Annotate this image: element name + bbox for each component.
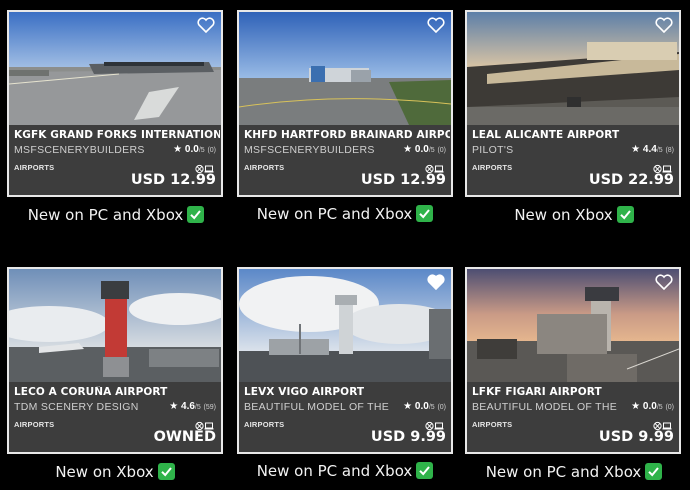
star-icon: ★ [403,144,413,155]
caption-text: New on PC and Xbox [485,463,642,481]
developer-name[interactable]: MSFSCENERYBUILDERS [14,144,159,156]
rating: ★ 4.4/5 (8) [631,144,674,155]
product-card-leco[interactable]: LECO A CORUÑA AIRPORT TDM SCENERY DESIGN… [7,267,223,454]
rating: ★ 0.0/5 (0) [403,144,446,155]
caption-text: New on PC and Xbox [256,205,413,223]
product-card-levx[interactable]: LEVX VIGO AIRPORT BEAUTIFUL MODEL OF THE… [237,267,453,454]
card-info: LEAL ALICANTE AIRPORT PILOT'S ★ 4.4/5 (8… [467,125,679,195]
xbox-pc-icon [425,161,445,174]
developer-name[interactable]: BEAUTIFUL MODEL OF THE WORLD [244,401,389,413]
thumbnail-image [9,269,221,382]
product-title: KHFD HARTFORD BRAINARD AIRPORT [244,129,450,141]
rating: ★ 0.0/5 (0) [403,401,446,412]
rating: ★ 0.0/5 (0) [173,144,216,155]
caption-text: New on Xbox [514,206,613,224]
availability-caption: New on PC and Xbox [1,206,231,224]
thumbnail-image [9,12,221,125]
product-title: LEAL ALICANTE AIRPORT [472,129,620,141]
developer-name[interactable]: BEAUTIFUL MODEL OF THE WORLD [472,401,617,413]
product-card-khfd[interactable]: KHFD HARTFORD BRAINARD AIRPORT MSFSCENER… [237,10,453,197]
caption-text: New on PC and Xbox [27,206,184,224]
category-label: AIRPORTS [472,420,513,429]
card-info: LECO A CORUÑA AIRPORT TDM SCENERY DESIGN… [9,382,221,452]
price: USD 9.99 [370,429,446,445]
xbox-pc-icon [653,161,673,174]
developer-name[interactable]: MSFSCENERYBUILDERS [244,144,389,156]
favorite-heart-icon[interactable] [197,17,215,33]
check-mark-icon [157,463,175,480]
favorite-heart-icon[interactable] [427,17,445,33]
product-card-kgfk[interactable]: KGFK GRAND FORKS INTERNATIONAL AI MSFSCE… [7,10,223,197]
check-mark-icon [416,205,434,222]
card-info: LFKF FIGARI AIRPORT BEAUTIFUL MODEL OF T… [467,382,679,452]
card-info: KGFK GRAND FORKS INTERNATIONAL AI MSFSCE… [9,125,221,195]
developer-name[interactable]: PILOT'S [472,144,617,156]
availability-caption: New on PC and Xbox [230,462,460,480]
price: USD 22.99 [588,172,674,188]
product-card-lfkf[interactable]: LFKF FIGARI AIRPORT BEAUTIFUL MODEL OF T… [465,267,681,454]
thumbnail-image [239,269,451,382]
category-label: AIRPORTS [14,420,55,429]
product-title: LECO A CORUÑA AIRPORT [14,386,168,398]
product-title: LEVX VIGO AIRPORT [244,386,365,398]
category-label: AIRPORTS [244,420,285,429]
check-mark-icon [416,462,434,479]
price: USD 9.99 [598,429,674,445]
thumbnail-image [467,12,679,125]
favorite-heart-icon[interactable] [655,17,673,33]
star-icon: ★ [631,144,641,155]
star-icon: ★ [173,144,183,155]
category-label: AIRPORTS [244,163,285,172]
star-icon: ★ [403,401,413,412]
star-icon: ★ [169,401,179,412]
rating: ★ 4.6/5 (59) [169,401,216,412]
star-icon: ★ [631,401,641,412]
availability-caption: New on PC and Xbox [230,205,460,223]
rating: ★ 0.0/5 (0) [631,401,674,412]
category-label: AIRPORTS [472,163,513,172]
product-title: KGFK GRAND FORKS INTERNATIONAL AI [14,129,220,141]
product-title: LFKF FIGARI AIRPORT [472,386,602,398]
caption-text: New on Xbox [55,463,154,481]
check-mark-icon [616,206,634,223]
favorite-heart-filled-icon[interactable] [427,274,445,290]
card-info: LEVX VIGO AIRPORT BEAUTIFUL MODEL OF THE… [239,382,451,452]
thumbnail-image [467,269,679,382]
xbox-pc-icon [425,418,445,431]
price: USD 12.99 [360,172,446,188]
check-mark-icon [187,206,205,223]
product-card-leal[interactable]: LEAL ALICANTE AIRPORT PILOT'S ★ 4.4/5 (8… [465,10,681,197]
developer-name[interactable]: TDM SCENERY DESIGN [14,401,159,413]
xbox-pc-icon [195,161,215,174]
owned-label: OWNED [153,429,216,445]
availability-caption: New on Xbox [459,206,689,224]
thumbnail-image [239,12,451,125]
category-label: AIRPORTS [14,163,55,172]
caption-text: New on PC and Xbox [256,462,413,480]
card-info: KHFD HARTFORD BRAINARD AIRPORT MSFSCENER… [239,125,451,195]
availability-caption: New on Xbox [0,463,230,481]
availability-caption: New on PC and Xbox [459,463,689,481]
check-mark-icon [645,463,663,480]
favorite-heart-icon[interactable] [655,274,673,290]
xbox-pc-icon [195,418,215,431]
xbox-pc-icon [653,418,673,431]
price: USD 12.99 [130,172,216,188]
